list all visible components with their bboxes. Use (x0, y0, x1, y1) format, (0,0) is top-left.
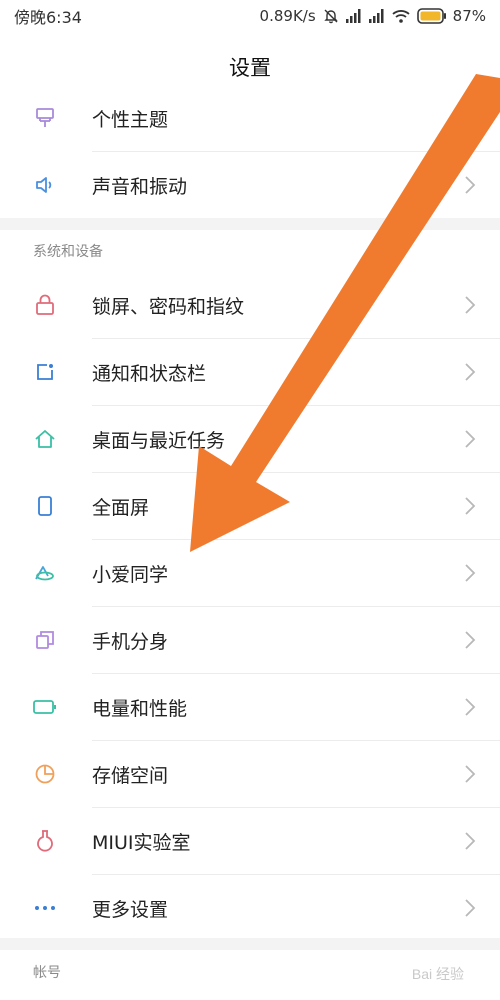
settings-item-theme[interactable]: 个性主题 (0, 85, 500, 151)
section-gap (0, 218, 500, 230)
chevron-right-icon (465, 564, 476, 582)
battery-percent: 87% (452, 7, 486, 25)
settings-item-label: MIUI实验室 (92, 831, 191, 854)
chevron-right-icon (465, 765, 476, 783)
settings-item-notifications[interactable]: 通知和状态栏 (0, 339, 500, 405)
chevron-right-icon (465, 698, 476, 716)
settings-item-label: 更多设置 (92, 898, 169, 921)
section-title-account: 帐号 (33, 965, 61, 981)
page-title: 设置 (229, 56, 271, 80)
settings-item-label: 小爱同学 (92, 563, 169, 586)
mute-bell-icon (323, 8, 339, 24)
network-speed: 0.89K/s (259, 7, 316, 25)
settings-item-lockscreen[interactable]: 锁屏、密码和指纹 (0, 272, 500, 338)
settings-item-more[interactable]: 更多设置 (0, 875, 500, 941)
settings-item-sound[interactable]: 声音和振动 (0, 152, 500, 218)
settings-item-desktop[interactable]: 桌面与最近任务 (0, 406, 500, 472)
settings-item-label: 存储空间 (92, 764, 169, 787)
more-icon (33, 896, 57, 920)
settings-item-label: 全面屏 (92, 496, 150, 519)
chevron-right-icon (465, 430, 476, 448)
settings-item-label: 个性主题 (92, 108, 169, 131)
chevron-right-icon (465, 296, 476, 314)
battery-status: 87% (416, 7, 486, 25)
signal-icon (368, 9, 385, 23)
settings-item-label: 锁屏、密码和指纹 (92, 295, 245, 318)
settings-item-label: 声音和振动 (92, 175, 188, 198)
chevron-right-icon (465, 832, 476, 850)
section-gap (0, 938, 500, 950)
theme-icon (33, 106, 57, 130)
lab-icon (33, 829, 57, 853)
chevron-right-icon (465, 363, 476, 381)
settings-item-label: 通知和状态栏 (92, 362, 207, 385)
second-space-icon (33, 628, 57, 652)
settings-item-second-space[interactable]: 手机分身 (0, 607, 500, 673)
section-title-system: 系统和设备 (33, 244, 103, 260)
lock-icon (33, 293, 57, 317)
battery-icon (33, 695, 57, 719)
xiaoai-icon (33, 561, 57, 585)
settings-item-label: 桌面与最近任务 (92, 429, 226, 452)
home-icon (33, 427, 57, 451)
wifi-icon (392, 9, 410, 23)
notification-icon (33, 360, 57, 384)
settings-item-storage[interactable]: 存储空间 (0, 741, 500, 807)
chevron-right-icon (465, 899, 476, 917)
storage-icon (33, 762, 57, 786)
settings-item-label: 电量和性能 (92, 697, 188, 720)
chevron-right-icon (465, 631, 476, 649)
battery-level-icon (416, 8, 447, 24)
sound-icon (33, 173, 57, 197)
settings-item-miui-lab[interactable]: MIUI实验室 (0, 808, 500, 874)
status-time: 傍晚6:34 (14, 8, 82, 27)
status-icons: 0.89K/s 87% (260, 7, 486, 25)
status-bar: 傍晚6:34 0.89K/s 87% (0, 0, 500, 32)
settings-item-label: 手机分身 (92, 630, 169, 653)
settings-item-battery[interactable]: 电量和性能 (0, 674, 500, 740)
watermark-logo: Bai 经验 (411, 966, 464, 982)
settings-item-fullscreen[interactable]: 全面屏 (0, 473, 500, 539)
settings-item-xiaoai[interactable]: 小爱同学 (0, 540, 500, 606)
chevron-right-icon (465, 176, 476, 194)
signal-icon (345, 9, 362, 23)
chevron-right-icon (465, 497, 476, 515)
fullscreen-phone-icon (33, 494, 57, 518)
